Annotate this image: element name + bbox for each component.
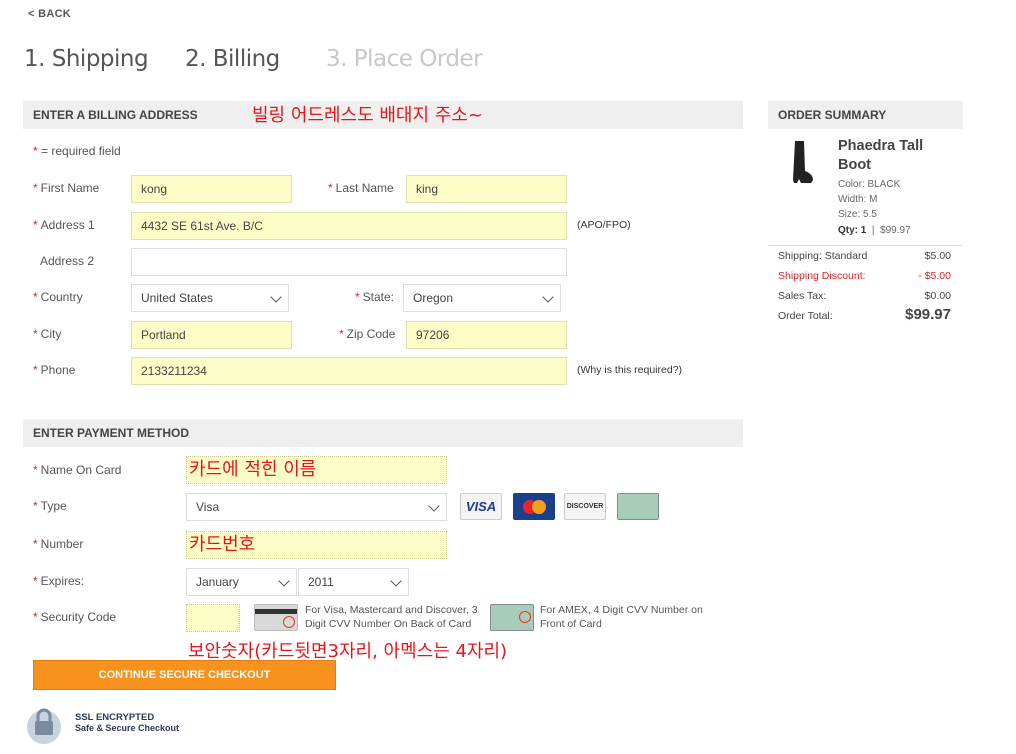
payment-method-header: ENTER PAYMENT METHOD [23, 419, 743, 447]
expiry-month-value: January [196, 575, 239, 589]
discover-logo-icon: DISCOVER [564, 493, 606, 520]
security-code-label: * Security Code [33, 610, 117, 624]
address1-label: * Address 1 [33, 218, 95, 232]
why-required-link[interactable]: (Why is this required?) [577, 364, 682, 376]
first-name-field[interactable]: kong [131, 175, 292, 203]
product-name[interactable]: Phaedra Tall Boot [838, 137, 948, 175]
back-link[interactable]: < BACK [28, 8, 71, 20]
address2-field[interactable] [131, 248, 567, 276]
card-type-value: Visa [196, 500, 220, 514]
address2-label: Address 2 [40, 254, 95, 268]
chevron-down-icon [390, 575, 402, 587]
expiry-year-value: 2011 [308, 575, 334, 589]
phone-label: * Phone [33, 363, 76, 377]
country-label: * Country [33, 290, 83, 304]
visa-cvv-note: For Visa, Mastercard and Discover, 3 Dig… [305, 604, 478, 630]
amex-logo-icon [617, 493, 659, 520]
continue-checkout-button[interactable]: CONTINUE SECURE CHECKOUT [33, 660, 336, 690]
country-select[interactable]: United States [131, 284, 289, 312]
step-place-order: 3. Place Order [326, 46, 483, 72]
address1-field[interactable]: 4432 SE 61st Ave. B/C [131, 212, 567, 240]
name-on-card-label: * Name On Card [33, 463, 122, 477]
state-value: Oregon [413, 291, 454, 305]
product-width: Width: M [838, 194, 878, 205]
chevron-down-icon [542, 291, 554, 303]
mastercard-logo-icon [513, 493, 555, 520]
product-qty-price: Qty: 1 | $99.97 [838, 225, 911, 236]
zip-field[interactable]: 97206 [406, 321, 567, 349]
card-number-field[interactable]: 카드번호 [186, 531, 447, 559]
summary-total-row: Order Total: $99.97 [778, 306, 951, 323]
step-billing: 2. Billing [185, 46, 280, 72]
card-type-select[interactable]: Visa [186, 493, 447, 521]
amex-cvv-note: For AMEX, 4 Digit CVV Number on Front of… [540, 604, 703, 630]
chevron-down-icon [270, 291, 282, 303]
required-field-note: * = required field [33, 144, 121, 158]
last-name-field[interactable]: king [406, 175, 567, 203]
state-select[interactable]: Oregon [403, 284, 561, 312]
state-label: * State: [355, 290, 395, 304]
summary-discount-row: Shipping Discount: - $5.00 [778, 270, 951, 282]
card-type-label: * Type [33, 499, 67, 513]
ssl-title: SSL ENCRYPTED [75, 712, 155, 723]
security-code-field[interactable] [186, 604, 240, 632]
apo-fpo-note: (APO/FPO) [577, 219, 631, 231]
last-name-label: * Last Name [328, 181, 394, 195]
chevron-down-icon [428, 500, 440, 512]
first-name-label: * First Name [33, 181, 100, 195]
product-color: Color: BLACK [838, 179, 901, 190]
step-shipping[interactable]: 1. Shipping [24, 46, 149, 72]
city-label: * City [33, 327, 62, 341]
chevron-down-icon [278, 575, 290, 587]
expires-label: * Expires: [33, 574, 85, 588]
order-summary-header: ORDER SUMMARY [768, 101, 963, 129]
summary-divider [768, 245, 963, 246]
lock-icon [27, 708, 61, 744]
summary-shipping-row: Shipping: Standard $5.00 [778, 250, 951, 262]
ssl-subtitle: Safe & Secure Checkout [75, 723, 180, 733]
phone-field[interactable]: 2133211234 [131, 357, 567, 385]
zip-label: * Zip Code [339, 327, 396, 341]
country-value: United States [141, 291, 214, 305]
amex-front-cvv-icon [490, 604, 534, 631]
visa-logo-icon: VISA [460, 493, 502, 520]
name-on-card-field[interactable]: 카드에 적힌 이름 [186, 456, 447, 484]
summary-tax-row: Sales Tax: $0.00 [778, 290, 951, 302]
card-number-label: * Number [33, 537, 84, 551]
product-size: Size: 5.5 [838, 209, 877, 220]
expiry-year-select[interactable]: 2011 [298, 568, 409, 596]
boot-product-image [793, 141, 813, 183]
card-back-cvv-icon [254, 604, 298, 631]
billing-annotation: 빌링 어드레스도 배대지 주소~ [252, 105, 483, 126]
city-field[interactable]: Portland [131, 321, 292, 349]
expiry-month-select[interactable]: January [186, 568, 297, 596]
